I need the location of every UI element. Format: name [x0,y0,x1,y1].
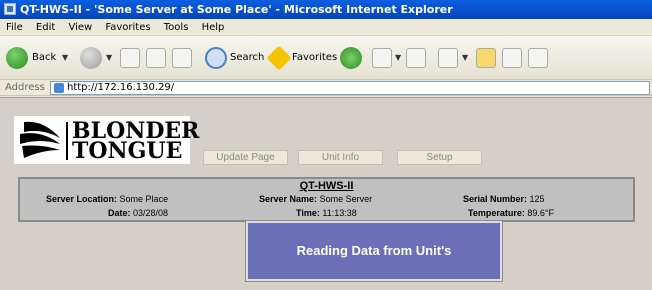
history-icon[interactable] [340,47,362,69]
date-field: Date: 03/28/08 [108,208,168,218]
refresh-icon[interactable] [146,48,166,68]
date-label: Date: [108,208,131,218]
page-icon [54,83,64,93]
address-input[interactable]: http://172.16.130.29/ [50,81,650,95]
update-page-button[interactable]: Update Page [203,150,288,165]
setup-button[interactable]: Setup [397,150,482,165]
serial-number-value: 125 [529,194,545,204]
address-label: Address [5,82,45,93]
temperature-value: 89.6°F [527,208,554,218]
menu-edit[interactable]: Edit [36,22,55,33]
temperature-field: Temperature: 89.6°F [468,208,554,218]
menu-bar: File Edit View Favorites Tools Help [0,19,652,36]
mail-dropdown-icon[interactable]: ▼ [395,53,401,62]
date-value: 03/28/08 [133,208,169,218]
temperature-label: Temperature: [468,208,525,218]
window-title: QT-HWS-II - 'Some Server at Some Place' … [20,3,453,16]
discuss-icon[interactable] [476,48,496,68]
window-title-bar: QT-HWS-II - 'Some Server at Some Place' … [0,0,652,19]
time-label: Time: [296,208,320,218]
search-icon[interactable] [205,47,227,69]
forward-dropdown-icon[interactable]: ▼ [106,53,112,62]
server-name-field: Server Name: Some Server [259,194,372,204]
server-location-value: Some Place [119,194,169,204]
address-url: http://172.16.130.29/ [67,82,175,93]
back-dropdown-icon[interactable]: ▼ [62,53,68,62]
serial-number-field: Serial Number: 125 [463,194,545,204]
logo-text-line2: TONGUE [72,138,183,164]
favorites-star-icon[interactable] [266,45,292,71]
back-arrow-icon[interactable] [6,47,28,69]
menu-help[interactable]: Help [202,22,225,33]
ie-app-icon [4,3,16,15]
browser-toolbar: Back ▼ ▼ Search Favorites ▼ ▼ [0,36,652,80]
address-bar: Address http://172.16.130.29/ [0,80,652,96]
unit-name: QT-HWS-II [299,180,354,192]
time-field: Time: 11:13:38 [296,208,357,218]
server-location-field: Server Location: Some Place [46,194,168,204]
search-button-label[interactable]: Search [230,46,264,70]
unit-info-panel: QT-HWS-II Server Location: Some Place Se… [18,177,635,222]
logo-swoosh-icon [20,121,60,158]
time-value: 11:13:38 [322,208,357,218]
edit-dropdown-icon[interactable]: ▼ [462,53,468,62]
reading-data-message: Reading Data from Unit's [296,243,452,258]
favorites-button-label[interactable]: Favorites [292,46,337,70]
home-icon[interactable] [172,48,192,68]
menu-file[interactable]: File [6,22,23,33]
server-location-label: Server Location: [46,194,118,204]
stop-icon[interactable] [120,48,140,68]
mail-icon[interactable] [372,48,392,68]
messenger-icon[interactable] [528,48,548,68]
blonder-tongue-logo: BLONDER TONGUE [14,116,199,164]
page-content: BLONDER TONGUE Update Page Unit Info Set… [0,97,652,290]
reading-data-dialog: Reading Data from Unit's [245,220,503,282]
edit-icon[interactable] [438,48,458,68]
menu-favorites[interactable]: Favorites [105,22,150,33]
unit-info-button[interactable]: Unit Info [298,150,383,165]
research-icon[interactable] [502,48,522,68]
logo-divider [66,122,68,160]
server-name-label: Server Name: [259,194,318,204]
serial-number-label: Serial Number: [463,194,528,204]
print-icon[interactable] [406,48,426,68]
menu-view[interactable]: View [68,22,92,33]
back-button-label[interactable]: Back [32,46,56,70]
menu-tools[interactable]: Tools [164,22,189,33]
server-name-value: Some Server [319,194,373,204]
forward-arrow-icon[interactable] [80,47,102,69]
